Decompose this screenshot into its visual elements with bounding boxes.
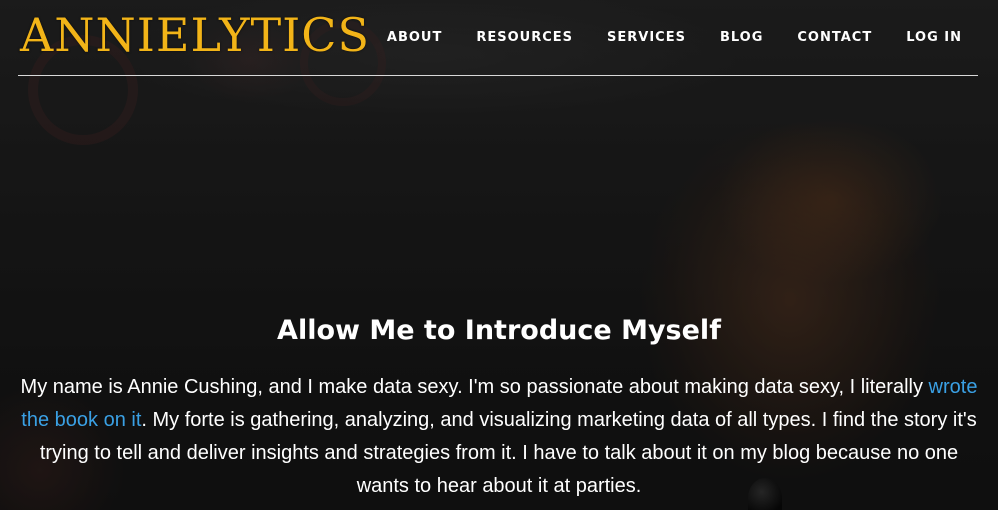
page: ANNIELYTICS ABOUT RESOURCES SERVICES BLO…: [0, 0, 998, 510]
intro-paragraph: My name is Annie Cushing, and I make dat…: [16, 371, 982, 503]
main-nav: ABOUT RESOURCES SERVICES BLOG CONTACT LO…: [387, 28, 962, 47]
nav-item-resources[interactable]: RESOURCES: [476, 28, 573, 47]
intro-text-end: . My forte is gathering, analyzing, and …: [39, 409, 977, 497]
nav-item-log-in[interactable]: LOG IN: [906, 28, 962, 47]
nav-item-about[interactable]: ABOUT: [387, 28, 442, 47]
nav-item-services[interactable]: SERVICES: [607, 28, 686, 47]
nav-item-contact[interactable]: CONTACT: [797, 28, 872, 47]
nav-item-blog[interactable]: BLOG: [720, 28, 763, 47]
site-logo[interactable]: ANNIELYTICS: [20, 4, 370, 66]
intro-title: Allow Me to Introduce Myself: [277, 315, 721, 346]
header-divider: [18, 75, 978, 76]
intro-text-start: My name is Annie Cushing, and I make dat…: [20, 376, 929, 398]
